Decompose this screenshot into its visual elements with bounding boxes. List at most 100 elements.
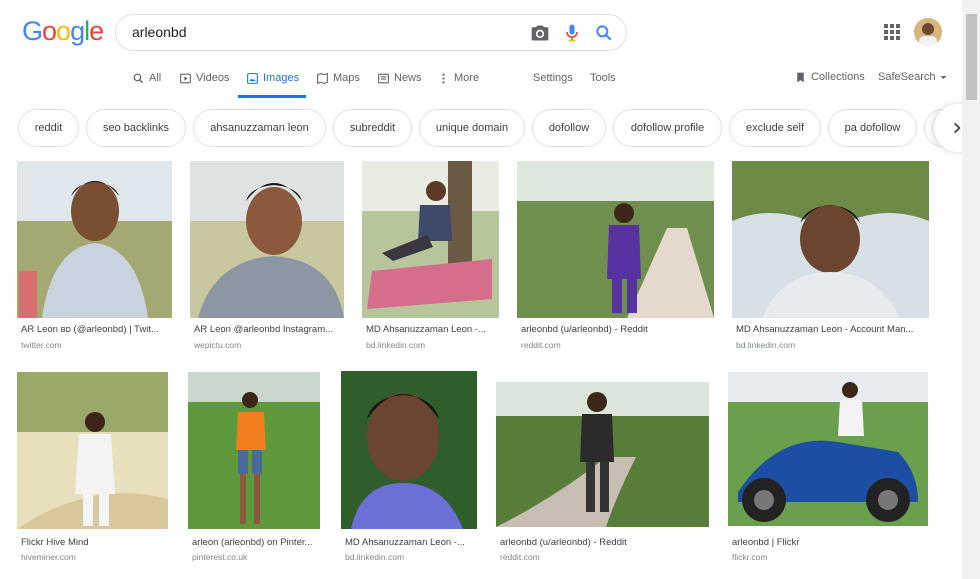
result-source: bd.linkedin.com	[366, 340, 426, 350]
map-icon	[317, 72, 328, 84]
result-thumbnail[interactable]	[732, 161, 929, 318]
result-caption[interactable]: arleon (arleonbd) on Pinter...	[192, 537, 320, 548]
tab-label: SafeSearch	[878, 71, 936, 83]
chip-label: unique domain	[435, 122, 509, 134]
image-result[interactable]: MD Ahsanuzzaman Leon -... bd.linkedin.co…	[362, 161, 499, 356]
video-icon	[180, 73, 191, 83]
result-thumbnail[interactable]	[17, 161, 172, 318]
chip-label: reddit	[34, 122, 63, 134]
settings-link[interactable]: Settings	[533, 70, 573, 86]
chip-dofollow[interactable]: dofollow	[532, 109, 606, 147]
result-thumbnail[interactable]	[517, 161, 714, 318]
chip-seo-backlinks[interactable]: seo backlinks	[86, 109, 186, 147]
result-caption[interactable]: AR Leon ʙᴅ (@arleonbd) | Twit...	[21, 324, 171, 335]
active-tab-indicator	[238, 95, 306, 98]
collections-link[interactable]: Collections	[794, 69, 865, 85]
tab-all[interactable]: All	[132, 70, 161, 86]
caret-down-icon	[940, 75, 947, 79]
chip-reddit[interactable]: reddit	[18, 109, 79, 147]
google-logo[interactable]: Google	[22, 16, 104, 47]
thumbnail-image	[341, 371, 477, 529]
chip-label: ahsanuzzaman leon	[210, 122, 309, 134]
result-thumbnail[interactable]	[728, 372, 928, 526]
news-icon	[378, 73, 389, 83]
tab-label: Maps	[333, 72, 360, 84]
thumbnail-image	[732, 161, 929, 318]
tab-label: Collections	[811, 71, 865, 83]
result-source: bd.linkedin.com	[736, 340, 796, 350]
image-result[interactable]: arleonbd (u/arleonbd) - Reddit reddit.co…	[517, 161, 714, 356]
thumbnail-image	[496, 382, 709, 527]
camera-icon[interactable]	[530, 23, 550, 43]
tab-news[interactable]: News	[377, 70, 422, 86]
result-caption[interactable]: MD Ahsanuzzaman Leon -...	[345, 537, 477, 548]
bookmark-icon	[797, 72, 804, 82]
tab-videos[interactable]: Videos	[179, 70, 229, 86]
result-thumbnail[interactable]	[188, 372, 320, 529]
thumbnail-image	[190, 161, 344, 318]
result-caption[interactable]: MD Ahsanuzzaman Leon - Account Man...	[736, 324, 928, 335]
image-result[interactable]: arleon (arleonbd) on Pinter... pinterest…	[188, 372, 320, 564]
image-result[interactable]: MD Ahsanuzzaman Leon - Account Man... bd…	[732, 161, 929, 356]
more-vert-icon	[442, 73, 445, 83]
tab-label: Settings	[533, 72, 573, 84]
tab-images[interactable]: Images	[246, 70, 299, 86]
image-result[interactable]: arleonbd | Flickr flickr.com	[728, 372, 928, 564]
tab-more[interactable]: More	[437, 70, 479, 86]
result-caption[interactable]: Flickr Hive Mind	[21, 537, 167, 548]
result-source: reddit.com	[521, 340, 561, 350]
tab-label: Images	[263, 72, 300, 84]
apps-grid-icon[interactable]	[884, 24, 900, 40]
tab-label: Tools	[590, 72, 616, 84]
chip-dofollow-profile[interactable]: dofollow profile	[613, 109, 722, 147]
account-avatar[interactable]	[914, 18, 942, 46]
search-tabs: All Videos Images Maps News More Setting…	[0, 62, 980, 98]
tab-maps[interactable]: Maps	[316, 70, 360, 86]
chip-unique-domain[interactable]: unique domain	[419, 109, 525, 147]
result-caption[interactable]: arleonbd (u/arleonbd) - Reddit	[500, 537, 708, 548]
logo-letter: o	[42, 16, 57, 46]
tab-label: News	[394, 72, 422, 84]
tools-link[interactable]: Tools	[590, 70, 616, 86]
tab-label: Videos	[196, 72, 230, 84]
result-thumbnail[interactable]	[362, 161, 499, 318]
image-result[interactable]: arleonbd (u/arleonbd) - Reddit reddit.co…	[496, 372, 709, 564]
chip-label: subreddit	[349, 122, 396, 134]
result-source: hiveminer.com	[21, 552, 76, 562]
image-icon	[247, 72, 258, 84]
result-caption[interactable]: AR Leon @arleonbd Instagram...	[194, 324, 344, 335]
result-caption[interactable]: arleonbd | Flickr	[732, 537, 927, 548]
search-box	[115, 14, 627, 51]
chip-subreddit[interactable]: subreddit	[333, 109, 412, 147]
chip-exclude-self[interactable]: exclude self	[729, 109, 821, 147]
logo-letter: o	[56, 16, 71, 46]
microphone-icon[interactable]	[562, 23, 582, 43]
result-source: reddit.com	[500, 552, 540, 562]
result-caption[interactable]: MD Ahsanuzzaman Leon -...	[366, 324, 500, 335]
image-result[interactable]: AR Leon @arleonbd Instagram... wepictu.c…	[190, 161, 344, 356]
result-source: flickr.com	[732, 552, 768, 562]
result-thumbnail[interactable]	[17, 372, 168, 529]
tab-label: More	[454, 72, 480, 84]
image-result[interactable]: Flickr Hive Mind hiveminer.com	[17, 372, 168, 564]
thumbnail-image	[362, 161, 499, 318]
result-thumbnail[interactable]	[496, 382, 709, 527]
chip-ahsanuzzaman-leon[interactable]: ahsanuzzaman leon	[193, 109, 326, 147]
thumbnail-image	[517, 161, 714, 318]
search-input[interactable]	[132, 15, 512, 50]
result-thumbnail[interactable]	[190, 161, 344, 318]
logo-letter: e	[89, 16, 104, 46]
search-icon[interactable]	[594, 23, 614, 43]
image-result[interactable]: MD Ahsanuzzaman Leon -... bd.linkedin.co…	[341, 371, 477, 564]
chip-label: dofollow	[548, 122, 590, 134]
result-source: bd.linkedin.com	[345, 552, 405, 562]
avatar-image	[914, 18, 942, 46]
safesearch-dropdown[interactable]: SafeSearch	[878, 69, 948, 85]
result-thumbnail[interactable]	[341, 371, 477, 529]
scrollbar-thumb[interactable]	[966, 14, 977, 100]
thumbnail-image	[188, 372, 320, 529]
result-caption[interactable]: arleonbd (u/arleonbd) - Reddit	[521, 324, 711, 335]
image-result[interactable]: AR Leon ʙᴅ (@arleonbd) | Twit... twitter…	[17, 161, 172, 356]
chip-label: dofollow profile	[630, 122, 705, 134]
chip-pa-dofollow[interactable]: pa dofollow	[828, 109, 917, 147]
